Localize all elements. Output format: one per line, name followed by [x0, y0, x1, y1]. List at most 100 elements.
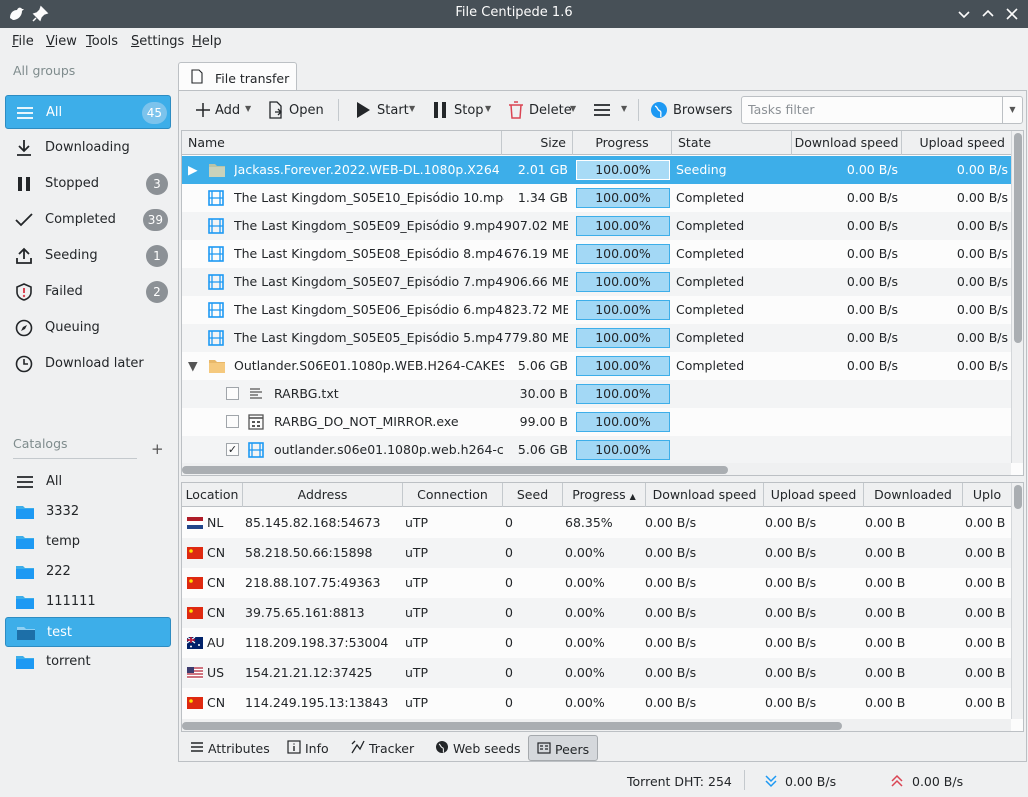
- group-seeding[interactable]: Seeding 1: [5, 239, 171, 273]
- menu-file[interactable]: File: [12, 34, 34, 49]
- toolbar-separator: [338, 99, 339, 121]
- add-button[interactable]: Add ▼: [193, 97, 253, 123]
- maximize-icon[interactable]: [978, 4, 998, 24]
- tab-peers[interactable]: Peers: [528, 735, 598, 761]
- table-row[interactable]: The Last Kingdom_S05E05_Episódio 5.mp4 7…: [182, 324, 1011, 352]
- group-count-badge: 3: [146, 173, 168, 195]
- catalog-all[interactable]: All: [5, 467, 171, 497]
- tab-tracker[interactable]: Tracker: [343, 735, 419, 761]
- dht-value: 254: [708, 774, 732, 789]
- file-checkbox[interactable]: [226, 415, 239, 428]
- scrollbar-thumb[interactable]: [1014, 485, 1022, 509]
- scrollbar-thumb[interactable]: [182, 466, 728, 474]
- catalog-222[interactable]: 222: [5, 557, 171, 587]
- flag-cn-icon: [187, 547, 203, 559]
- column-uploaded[interactable]: Uplo: [963, 483, 1011, 507]
- peer-row[interactable]: CN 39.75.65.161:8813 uTP 0 0.00% 0.00 B/…: [182, 598, 1011, 628]
- peer-row[interactable]: NL 85.145.82.168:54673 uTP 0 68.35% 0.00…: [182, 508, 1011, 538]
- group-all[interactable]: All 45: [5, 95, 171, 129]
- tab-label: File transfer: [215, 71, 290, 86]
- scrollbar-thumb[interactable]: [182, 722, 842, 730]
- task-state: Completed: [676, 330, 745, 345]
- scrollbar-thumb[interactable]: [1014, 133, 1022, 343]
- catalog-111111[interactable]: 111111: [5, 587, 171, 617]
- table-row[interactable]: The Last Kingdom_S05E10_Episódio 10.mp4 …: [182, 184, 1011, 212]
- catalog-test[interactable]: test: [5, 617, 171, 647]
- peer-address: 118.209.198.37:53004: [245, 635, 389, 650]
- menu-view[interactable]: View: [46, 34, 77, 49]
- task-name: The Last Kingdom_S05E07_Episódio 7.mp4: [234, 274, 504, 289]
- chevron-right-icon[interactable]: ▶: [188, 156, 198, 184]
- open-button[interactable]: Open: [266, 97, 326, 123]
- menu-tools[interactable]: Tools: [86, 34, 118, 49]
- file-checkbox-checked[interactable]: ✓: [226, 443, 239, 456]
- column-location[interactable]: Location: [182, 483, 243, 507]
- catalog-torrent[interactable]: torrent: [5, 647, 171, 677]
- group-downloading[interactable]: Downloading: [5, 131, 171, 165]
- table-row[interactable]: RARBG_DO_NOT_MIRROR.exe 99.00 B 100.00%: [182, 408, 1011, 436]
- progress-bar: 100.00%: [576, 356, 670, 376]
- tab-file-transfer[interactable]: File transfer: [178, 62, 297, 91]
- chevron-down-icon[interactable]: ▼: [1002, 97, 1022, 123]
- column-state[interactable]: State: [672, 131, 792, 155]
- menu-help[interactable]: Help: [192, 34, 222, 49]
- tab-info[interactable]: Info: [279, 735, 335, 761]
- group-download-later[interactable]: Download later: [5, 347, 171, 381]
- column-name[interactable]: Name: [182, 131, 502, 155]
- column-connection[interactable]: Connection: [403, 483, 503, 507]
- minimize-icon[interactable]: [954, 4, 974, 24]
- column-address[interactable]: Address: [243, 483, 403, 507]
- table-row[interactable]: ▼ Outlander.S06E01.1080p.WEB.H264-CAKES[…: [182, 352, 1011, 380]
- menu-settings[interactable]: Settings: [131, 34, 184, 49]
- table-row[interactable]: ▶ Jackass.Forever.2022.WEB-DL.1080p.X264…: [182, 156, 1011, 184]
- table-row[interactable]: RARBG.txt 30.00 B 100.00%: [182, 380, 1011, 408]
- table-row[interactable]: The Last Kingdom_S05E09_Episódio 9.mp4 9…: [182, 212, 1011, 240]
- tab-attributes[interactable]: Attributes: [182, 735, 274, 761]
- peer-connection: uTP: [405, 545, 429, 560]
- peer-row[interactable]: CN 218.88.107.75:49363 uTP 0 0.00% 0.00 …: [182, 568, 1011, 598]
- column-upload-speed[interactable]: Upload speed: [764, 483, 864, 507]
- chevron-down-icon[interactable]: ▼: [188, 352, 198, 380]
- column-progress[interactable]: Progress ▲: [563, 483, 646, 507]
- column-download-speed[interactable]: Download speed: [646, 483, 764, 507]
- group-queuing[interactable]: Queuing: [5, 311, 171, 345]
- catalog-3332[interactable]: 3332: [5, 497, 171, 527]
- column-size[interactable]: Size: [502, 131, 573, 155]
- file-checkbox[interactable]: [226, 387, 239, 400]
- vertical-scrollbar[interactable]: [1011, 131, 1023, 463]
- tasks-filter-input[interactable]: [748, 102, 998, 117]
- group-failed[interactable]: Failed 2: [5, 275, 171, 309]
- menu-button[interactable]: ▼: [592, 97, 634, 123]
- group-stopped[interactable]: Stopped 3: [5, 167, 171, 201]
- table-row[interactable]: The Last Kingdom_S05E06_Episódio 6.mp4 8…: [182, 296, 1011, 324]
- group-completed[interactable]: Completed 39: [5, 203, 171, 237]
- chevron-down-icon: ▼: [245, 104, 252, 113]
- column-downloaded[interactable]: Downloaded: [864, 483, 963, 507]
- column-download-speed[interactable]: Download speed: [792, 131, 902, 155]
- start-button[interactable]: Start ▼: [353, 97, 419, 123]
- tab-web-seeds[interactable]: Web seeds: [427, 735, 521, 761]
- horizontal-scrollbar[interactable]: [182, 463, 1011, 475]
- group-label: Stopped: [45, 176, 100, 191]
- delete-button[interactable]: Delete ▼: [506, 97, 580, 123]
- peer-row[interactable]: AU 118.209.198.37:53004 uTP 0 0.00% 0.00…: [182, 628, 1011, 658]
- column-upload-speed[interactable]: Upload speed: [902, 131, 1011, 155]
- stop-button[interactable]: Stop ▼: [431, 97, 495, 123]
- catalog-temp[interactable]: temp: [5, 527, 171, 557]
- close-icon[interactable]: [1002, 4, 1022, 24]
- peer-row[interactable]: US 154.21.21.12:37425 uTP 0 0.00% 0.00 B…: [182, 658, 1011, 688]
- task-name: Outlander.S06E01.1080p.WEB.H264-CAKES[r…: [234, 358, 504, 373]
- tasks-filter[interactable]: ▼: [741, 96, 1023, 124]
- open-file-icon: [269, 101, 282, 119]
- table-row[interactable]: The Last Kingdom_S05E07_Episódio 7.mp4 9…: [182, 268, 1011, 296]
- table-row[interactable]: The Last Kingdom_S05E08_Episódio 8.mp4 6…: [182, 240, 1011, 268]
- browsers-button[interactable]: Browsers: [649, 97, 732, 123]
- table-row[interactable]: ✓ outlander.s06e01.1080p.web.h264-ca… 5.…: [182, 436, 1011, 464]
- peer-row[interactable]: CN 58.218.50.66:15898 uTP 0 0.00% 0.00 B…: [182, 538, 1011, 568]
- column-seed[interactable]: Seed: [503, 483, 563, 507]
- horizontal-scrollbar[interactable]: [182, 719, 1011, 731]
- vertical-scrollbar[interactable]: [1011, 483, 1023, 719]
- column-progress[interactable]: Progress: [573, 131, 672, 155]
- peer-row[interactable]: CN 114.249.195.13:13843 uTP 0 0.00% 0.00…: [182, 688, 1011, 718]
- add-catalog-button[interactable]: +: [151, 440, 164, 458]
